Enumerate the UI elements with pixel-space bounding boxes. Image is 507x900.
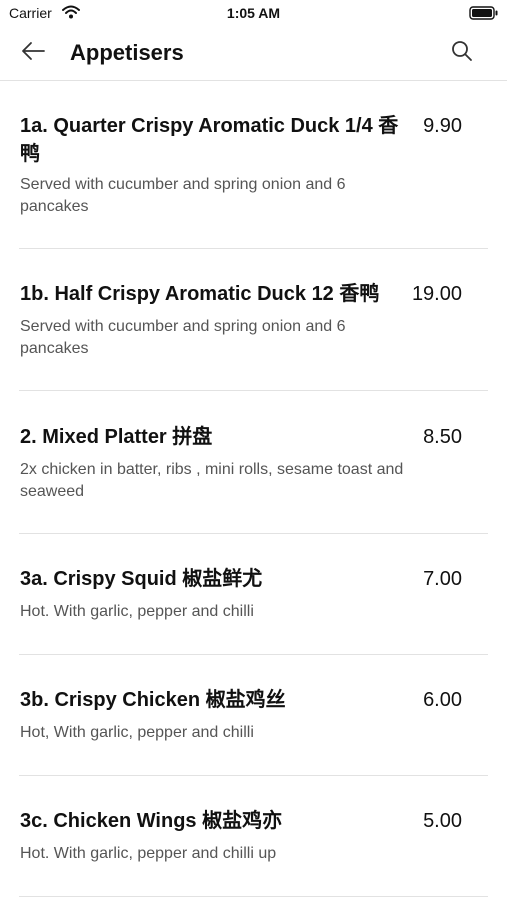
item-description: Served with cucumber and spring onion an… bbox=[20, 318, 346, 357]
navigation-bar: Appetisers bbox=[0, 28, 507, 81]
search-button[interactable] bbox=[447, 38, 477, 68]
item-description: Hot. With garlic, pepper and chilli up bbox=[20, 845, 277, 862]
item-price: 5.00 bbox=[423, 810, 462, 832]
item-price: 6.00 bbox=[423, 689, 462, 711]
item-price: 9.90 bbox=[423, 115, 462, 137]
item-name: 1a. Quarter Crispy Aromatic Duck 1/4 香鸭 bbox=[20, 115, 399, 165]
status-time: 1:05 AM bbox=[226, 5, 281, 21]
search-icon bbox=[451, 40, 473, 67]
menu-item[interactable]: 3b. Crispy Chicken 椒盐鸡丝 6.00 Hot, With g… bbox=[19, 655, 488, 776]
menu-list: 1a. Quarter Crispy Aromatic Duck 1/4 香鸭 … bbox=[0, 82, 507, 897]
item-name: 3c. Chicken Wings 椒盐鸡亦 bbox=[20, 810, 283, 832]
item-name: 3a. Crispy Squid 椒盐鲜尤 bbox=[20, 568, 263, 590]
item-description: Hot, With garlic, pepper and chilli bbox=[20, 724, 254, 741]
menu-item[interactable]: 1a. Quarter Crispy Aromatic Duck 1/4 香鸭 … bbox=[19, 82, 488, 249]
item-price: 8.50 bbox=[423, 426, 462, 448]
menu-item[interactable]: 1b. Half Crispy Aromatic Duck 12 香鸭 19.0… bbox=[19, 249, 488, 391]
menu-item[interactable]: 3a. Crispy Squid 椒盐鲜尤 7.00 Hot. With gar… bbox=[19, 534, 488, 655]
item-price: 7.00 bbox=[423, 568, 462, 590]
back-arrow-icon bbox=[20, 41, 46, 66]
item-description: 2x chicken in batter, ribs , mini rolls,… bbox=[20, 461, 404, 500]
item-description: Served with cucumber and spring onion an… bbox=[20, 176, 346, 215]
status-bar: Carrier 1:05 AM bbox=[0, 0, 507, 28]
item-name: 1b. Half Crispy Aromatic Duck 12 香鸭 bbox=[20, 283, 380, 305]
back-button[interactable] bbox=[18, 38, 48, 68]
menu-item[interactable]: 2. Mixed Platter 拼盘 8.50 2x chicken in b… bbox=[19, 391, 488, 534]
item-name: 3b. Crispy Chicken 椒盐鸡丝 bbox=[20, 689, 286, 711]
item-name: 2. Mixed Platter 拼盘 bbox=[20, 426, 213, 448]
menu-item[interactable]: 3c. Chicken Wings 椒盐鸡亦 5.00 Hot. With ga… bbox=[19, 776, 488, 897]
item-description: Hot. With garlic, pepper and chilli bbox=[20, 603, 254, 620]
page-title: Appetisers bbox=[70, 40, 184, 65]
item-price: 19.00 bbox=[411, 283, 462, 305]
battery-icon bbox=[469, 6, 499, 25]
